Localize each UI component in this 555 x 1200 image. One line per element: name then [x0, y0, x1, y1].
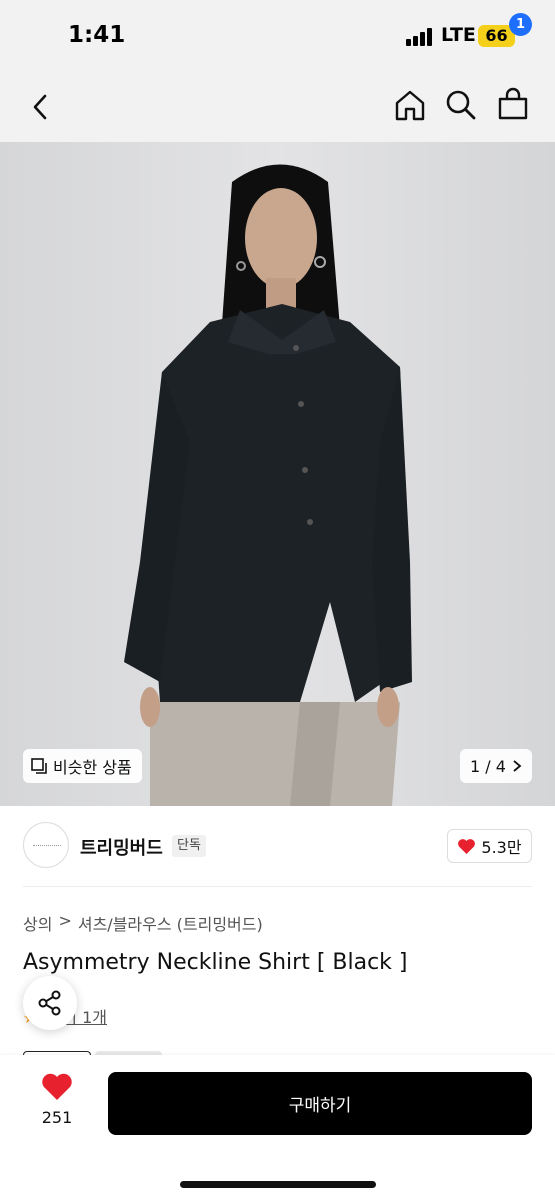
chevron-left-icon — [33, 94, 47, 120]
product-image[interactable] — [0, 142, 555, 806]
breadcrumb-separator: > — [58, 911, 72, 930]
cart-count-badge: 1 — [509, 13, 532, 36]
back-button[interactable] — [24, 90, 58, 124]
signal-strength-icon — [406, 28, 436, 46]
home-indicator — [180, 1181, 376, 1188]
brand-name[interactable]: 트리밍버드 — [80, 834, 163, 860]
brand-like-button[interactable]: 5.3만 — [447, 829, 532, 863]
image-counter[interactable]: 1 / 4 — [460, 749, 532, 783]
heart-icon — [458, 838, 476, 854]
product-detail-screen: 1:41 LTE 66 1 비슷한 상품 1 / 4 트리밍버드 단독 5.3만… — [0, 0, 555, 1200]
home-icon — [395, 90, 425, 121]
breadcrumb-category[interactable]: 상의 — [23, 911, 52, 935]
breadcrumb: 상의 > 셔츠/블라우스 (트리밍버드) — [23, 911, 263, 935]
heart-icon — [42, 1073, 72, 1100]
search-icon — [446, 90, 476, 120]
breadcrumb-subcategory[interactable]: 셔츠/블라우스 (트리밍버드) — [78, 911, 263, 935]
image-counter-label: 1 / 4 — [470, 756, 506, 776]
product-photo-illustration — [0, 142, 555, 806]
share-button[interactable] — [23, 976, 77, 1030]
exclusive-badge: 단독 — [172, 835, 206, 857]
similar-items-icon — [31, 757, 47, 774]
network-label: LTE — [441, 24, 476, 46]
divider — [23, 886, 532, 887]
chevron-right-icon — [513, 760, 522, 772]
wishlist-count: 251 — [41, 1108, 73, 1127]
search-button[interactable] — [444, 88, 478, 122]
similar-products-button[interactable]: 비슷한 상품 — [23, 749, 142, 783]
similar-products-label: 비슷한 상품 — [53, 758, 132, 777]
home-button[interactable] — [393, 88, 427, 122]
top-navigation — [0, 72, 555, 142]
shopping-bag-icon — [498, 87, 528, 120]
brand-logo[interactable] — [23, 822, 69, 868]
buy-button[interactable]: 구매하기 — [108, 1072, 532, 1135]
share-icon — [38, 990, 61, 1016]
status-bar: 1:41 LTE 66 — [0, 0, 555, 72]
status-time: 1:41 — [68, 22, 126, 48]
brand-like-count: 5.3만 — [481, 838, 522, 857]
cart-button[interactable] — [495, 86, 531, 122]
product-title: Asymmetry Neckline Shirt [ Black ] — [23, 950, 408, 975]
